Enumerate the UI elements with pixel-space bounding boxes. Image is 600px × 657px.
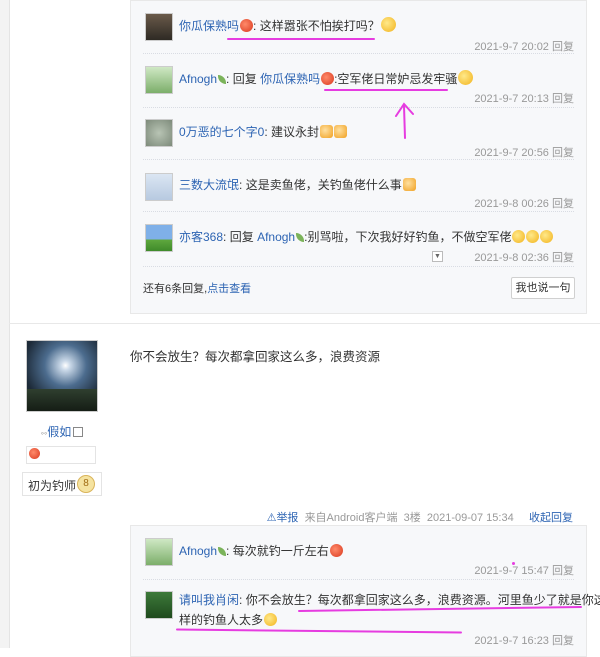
medal-icon	[29, 448, 40, 459]
avatar[interactable]	[145, 66, 173, 94]
dropdown-icon[interactable]: ▼	[432, 251, 443, 262]
left-gutter	[0, 0, 10, 648]
floor-number: 3楼	[403, 512, 421, 524]
reply-target-user[interactable]: Afnogh	[257, 230, 295, 244]
reply-item: 三数大流氓: 这是卖鱼佬，关钓鱼佬什么事 2021-9-8 00:26 回复	[143, 159, 574, 212]
emoji-icon	[402, 178, 416, 191]
reply-username[interactable]: 三数大流氓	[179, 178, 239, 192]
level-badge[interactable]: 初为钓师 8	[22, 472, 102, 496]
leaf-badge-icon	[218, 547, 227, 556]
emoji-icon	[321, 72, 335, 85]
reply-prefix: 回复	[229, 230, 254, 244]
reply-time: 2021-9-8 02:36	[474, 252, 549, 264]
reply-text: :别骂啦，下次我好好钓鱼，不做空军佬	[304, 230, 512, 244]
user-name-row: ◦◦假如	[26, 423, 98, 440]
warning-icon[interactable]: ⚠	[267, 512, 277, 524]
reply-time: 2021-9-7 20:02	[474, 41, 549, 53]
reply-button[interactable]: 回复	[552, 41, 574, 53]
reply-item: 请叫我肖闲: 你不会放生？每次都拿回家这么多，浪费资源。河里鱼少了就是你这 样的…	[143, 579, 600, 649]
reply-item: 0万恶的七个字0: 建议永封 2021-9-7 20:56 回复	[143, 107, 574, 160]
reply-container: Afnogh: 每次就钓一斤左右 2021-9-7 15:47 回复 请叫我肖闲…	[130, 525, 600, 657]
reply-text-continued: 样的钓鱼人太多	[179, 613, 264, 627]
floor-divider	[9, 323, 600, 324]
emoji-icon	[458, 70, 474, 85]
more-replies-count: 还有6条回复,	[143, 283, 208, 295]
reply-target-user[interactable]: 你瓜保熟吗	[260, 72, 320, 86]
reply-time: 2021-9-8 00:26	[474, 198, 549, 210]
reply-text: 建议永封	[271, 125, 320, 139]
leaf-badge-icon	[296, 233, 305, 242]
level-number: 8	[77, 475, 95, 493]
post-date: 2021-09-07 15:34	[426, 512, 514, 524]
reply-username[interactable]: Afnogh	[179, 544, 217, 558]
reply-meta: 2021-9-7 16:23 回复	[474, 632, 574, 648]
reply-item: 亦客368: 回复 Afnogh:别骂啦，下次我好好钓鱼，不做空军佬 ▼ 202…	[143, 211, 574, 267]
reply-time: 2021-9-7 20:56	[474, 147, 549, 159]
report-link[interactable]: 举报	[276, 512, 298, 524]
user-name[interactable]: 假如	[47, 425, 71, 439]
emoji-icon	[540, 230, 554, 243]
annotation-underline	[227, 38, 375, 40]
avatar[interactable]	[145, 13, 173, 41]
emoji-icon	[264, 613, 278, 626]
emoji-icon	[526, 230, 540, 243]
reply-button[interactable]: 回复	[552, 635, 574, 647]
post-source: 来自Android客户端	[304, 512, 398, 524]
qr-icon[interactable]	[73, 427, 84, 437]
reply-time: 2021-9-7 15:47	[474, 565, 549, 577]
reply-item: Afnogh: 回复 你瓜保熟吗:空军佬日常妒忌发牢骚 2021-9-7 20:…	[143, 53, 574, 108]
reply-text: 这样嚣张不怕挨打吗？	[259, 19, 380, 33]
avatar[interactable]	[145, 224, 173, 252]
reply-text: 你不会放生？每次都拿回家这么多，浪费资源。河里鱼少了就是你这	[245, 593, 600, 607]
reply-text: 每次就钓一斤左右	[232, 544, 329, 558]
emoji-icon	[329, 544, 343, 557]
avatar[interactable]	[145, 591, 173, 619]
reply-meta: 2021-9-7 20:13 回复	[474, 90, 574, 106]
emoji-icon	[380, 17, 396, 32]
reply-text: 这是卖鱼佬，关钓鱼佬什么事	[245, 178, 402, 192]
emoji-icon	[334, 125, 348, 138]
reply-button[interactable]: 回复	[552, 252, 574, 264]
avatar[interactable]	[145, 538, 173, 566]
emoji-icon	[240, 19, 254, 32]
reply-too-button[interactable]: 我也说一句	[511, 277, 575, 299]
post-tail: ⚠举报 来自Android客户端 3楼 2021-09-07 15:34 收起回…	[267, 509, 573, 525]
reply-meta: 2021-9-7 15:47 回复	[474, 562, 574, 578]
reply-username[interactable]: 亦客368	[179, 230, 223, 244]
reply-time: 2021-9-7 20:13	[474, 93, 549, 105]
reply-button[interactable]: 回复	[552, 565, 574, 577]
reply-text: :空军佬日常妒忌发牢骚	[334, 72, 458, 86]
annotation-arrow-icon	[395, 102, 414, 139]
reply-meta: 2021-9-8 00:26 回复	[474, 195, 574, 211]
emoji-icon	[512, 230, 526, 243]
reply-item: 你瓜保熟吗: 这样嚣张不怕挨打吗？ 2021-9-7 20:02 回复	[143, 1, 574, 54]
reply-button[interactable]: 回复	[552, 198, 574, 210]
reply-username[interactable]: Afnogh	[179, 72, 217, 86]
reply-button[interactable]: 回复	[552, 93, 574, 105]
reply-meta: 2021-9-7 20:02 回复	[474, 38, 574, 54]
user-avatar[interactable]	[26, 340, 98, 412]
avatar[interactable]	[145, 173, 173, 201]
reply-meta: 2021-9-7 20:56 回复	[474, 144, 574, 160]
reply-username[interactable]: 0万恶的七个字0	[179, 125, 264, 139]
reply-prefix: 回复	[232, 72, 257, 86]
reply-username[interactable]: 请叫我肖闲	[179, 593, 239, 607]
avatar[interactable]	[145, 119, 173, 147]
emoji-icon	[320, 125, 334, 138]
reply-time: 2021-9-7 16:23	[474, 635, 549, 647]
level-title: 初为钓师	[28, 479, 77, 493]
reply-button[interactable]: 回复	[552, 147, 574, 159]
reply-container: 你瓜保熟吗: 这样嚣张不怕挨打吗？ 2021-9-7 20:02 回复 Afno…	[130, 0, 587, 314]
reply-item: Afnogh: 每次就钓一斤左右 2021-9-7 15:47 回复	[143, 526, 574, 580]
annotation-underline	[324, 89, 448, 91]
post-content: 你不会放生？每次都拿回家这么多，浪费资源	[130, 350, 381, 364]
leaf-badge-icon	[218, 75, 227, 84]
view-more-link[interactable]: 点击查看	[207, 283, 251, 295]
medal-box	[26, 446, 96, 464]
annotation-dot	[512, 562, 515, 565]
reply-username[interactable]: 你瓜保熟吗	[179, 19, 239, 33]
collapse-replies-button[interactable]: 收起回复	[529, 512, 573, 524]
reply-meta: 2021-9-8 02:36 回复	[474, 249, 574, 265]
more-replies: 还有6条回复,点击查看	[143, 280, 251, 296]
